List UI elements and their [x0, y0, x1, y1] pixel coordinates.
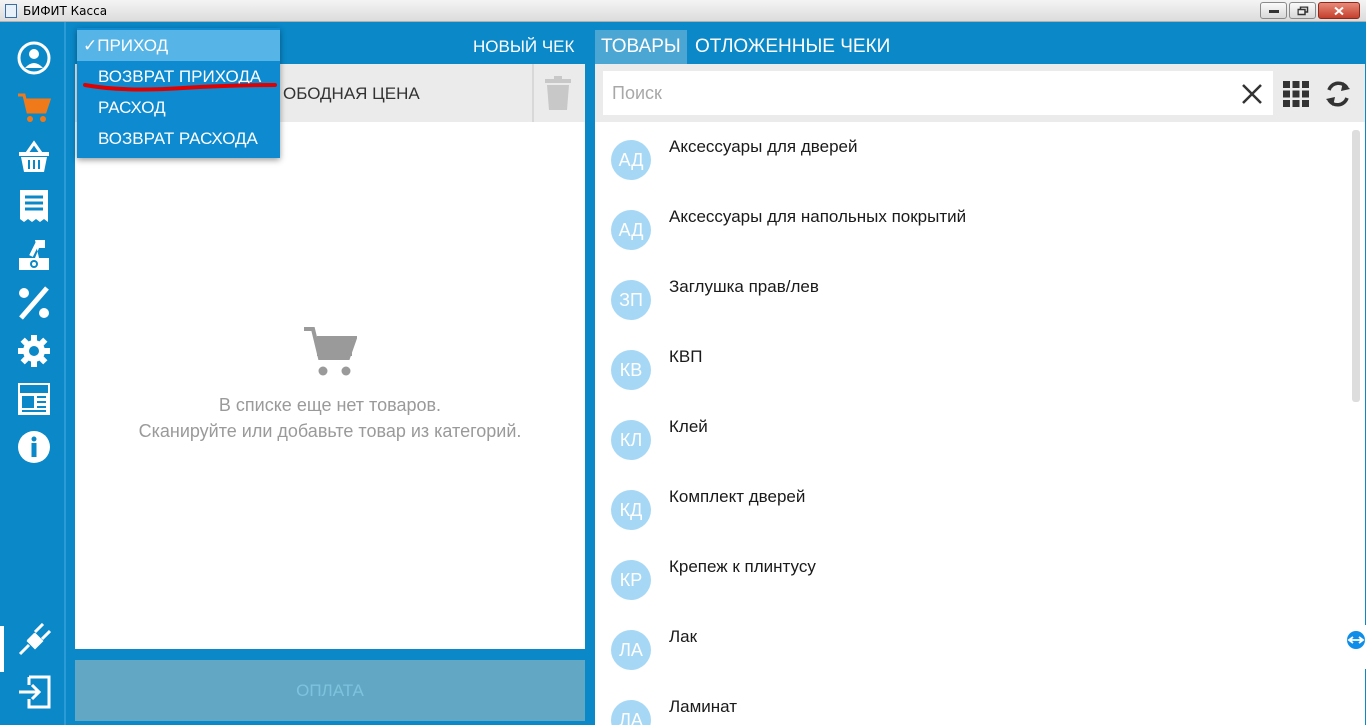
item-avatar: ЛА	[611, 700, 651, 725]
pay-button[interactable]: ОПЛАТА	[75, 660, 585, 721]
item-label: Ламинат	[669, 697, 738, 716]
item-avatar: КВ	[611, 350, 651, 390]
list-item[interactable]: КВ КВП	[595, 332, 1347, 402]
empty-check-message: В списке еще нет товаров. Сканируйте или…	[75, 392, 585, 444]
clear-search-icon[interactable]	[1241, 83, 1263, 105]
item-label: КВП	[669, 347, 703, 366]
list-item[interactable]: АД Аксессуары для напольных покрытий	[595, 192, 1347, 262]
new-check-button[interactable]: НОВЫЙ ЧЕК	[473, 37, 574, 57]
item-label: Клей	[669, 417, 708, 436]
logout-icon[interactable]	[14, 672, 54, 712]
user-icon[interactable]	[14, 38, 54, 78]
option-expense[interactable]: РАСХОД	[77, 92, 280, 123]
cart-icon[interactable]	[14, 88, 54, 128]
toolbar-divider	[532, 64, 534, 122]
close-window-button[interactable]	[1318, 2, 1360, 19]
item-avatar: АД	[611, 210, 651, 250]
goods-list: АД Аксессуары для дверей АД Аксессуары для …	[595, 122, 1347, 725]
teamviewer-badge[interactable]	[1344, 625, 1366, 669]
list-item[interactable]: КД Комплект дверей	[595, 472, 1347, 542]
cash-register-icon[interactable]	[14, 235, 54, 275]
item-label: Комплект дверей	[669, 487, 806, 506]
app-icon	[5, 3, 17, 18]
list-item[interactable]: ЗП Заглушка прав/лев	[595, 262, 1347, 332]
item-avatar: КЛ	[611, 420, 651, 460]
item-avatar: ЛА	[611, 630, 651, 670]
list-item[interactable]: ЛА Лак	[595, 612, 1347, 682]
minimize-icon	[1268, 9, 1279, 13]
basket-icon[interactable]	[14, 137, 54, 177]
plug-icon[interactable]	[14, 620, 54, 660]
free-price-button[interactable]: ОБОДНАЯ ЦЕНА	[283, 84, 420, 104]
empty-message-line2: Сканируйте или добавьте товар из категор…	[138, 421, 522, 441]
teamviewer-icon	[1347, 631, 1365, 649]
check-items-area: В списке еще нет товаров. Сканируйте или…	[75, 122, 585, 649]
item-avatar: КР	[611, 560, 651, 600]
minimize-button[interactable]	[1260, 2, 1287, 19]
scrollbar-thumb[interactable]	[1352, 130, 1360, 402]
option-income[interactable]: ✓ПРИХОД	[77, 30, 280, 61]
info-icon[interactable]	[14, 427, 54, 467]
restore-icon	[1297, 6, 1308, 15]
window-titlebar: БИФИТ Касса	[0, 0, 1366, 22]
tab-goods[interactable]: ТОВАРЫ	[595, 30, 687, 64]
item-label: Крепеж к плинтусу	[669, 557, 816, 576]
goods-panel: ТОВАРЫ ОТЛОЖЕННЫЕ ЧЕКИ АД Аксессуары для …	[594, 22, 1366, 725]
sidebar	[0, 22, 66, 725]
trash-icon[interactable]	[545, 76, 571, 110]
list-item[interactable]: КЛ Клей	[595, 402, 1347, 472]
item-label: Аксессуары для напольных покрытий	[669, 207, 967, 226]
window-controls	[1260, 2, 1360, 19]
item-label: Заглушка прав/лев	[669, 277, 819, 296]
list-item[interactable]: КР Крепеж к плинтусу	[595, 542, 1347, 612]
item-label: Лак	[669, 627, 698, 646]
option-expense-return[interactable]: ВОЗВРАТ РАСХОДА	[77, 123, 280, 154]
window-title: БИФИТ Касса	[23, 3, 108, 18]
close-icon	[1334, 6, 1344, 15]
item-avatar: КД	[611, 490, 651, 530]
grid-view-icon[interactable]	[1283, 81, 1309, 107]
item-label: Аксессуары для дверей	[669, 137, 858, 156]
percent-icon[interactable]	[14, 283, 54, 323]
item-avatar: АД	[611, 140, 651, 180]
item-avatar: ЗП	[611, 280, 651, 320]
gear-icon[interactable]	[14, 331, 54, 371]
maximize-button[interactable]	[1289, 2, 1316, 19]
search-input[interactable]	[603, 71, 1203, 115]
news-icon[interactable]	[14, 379, 54, 419]
refresh-icon[interactable]	[1323, 78, 1353, 110]
red-underline-annotation	[83, 83, 277, 92]
list-item[interactable]: АД Аксессуары для дверей	[595, 122, 1347, 192]
list-item[interactable]: ЛА Ламинат	[595, 682, 1347, 725]
empty-cart-icon	[304, 327, 357, 376]
search-bar	[595, 64, 1365, 122]
empty-message-line1: В списке еще нет товаров.	[218, 395, 442, 415]
operation-type-dropdown: ✓ПРИХОД ВОЗВРАТ ПРИХОДА РАСХОД ВОЗВРАТ Р…	[77, 28, 280, 158]
sidebar-active-indicator	[0, 626, 4, 672]
search-box	[603, 71, 1273, 115]
receipt-icon[interactable]	[14, 186, 54, 226]
tab-deferred-checks[interactable]: ОТЛОЖЕННЫЕ ЧЕКИ	[689, 30, 896, 64]
